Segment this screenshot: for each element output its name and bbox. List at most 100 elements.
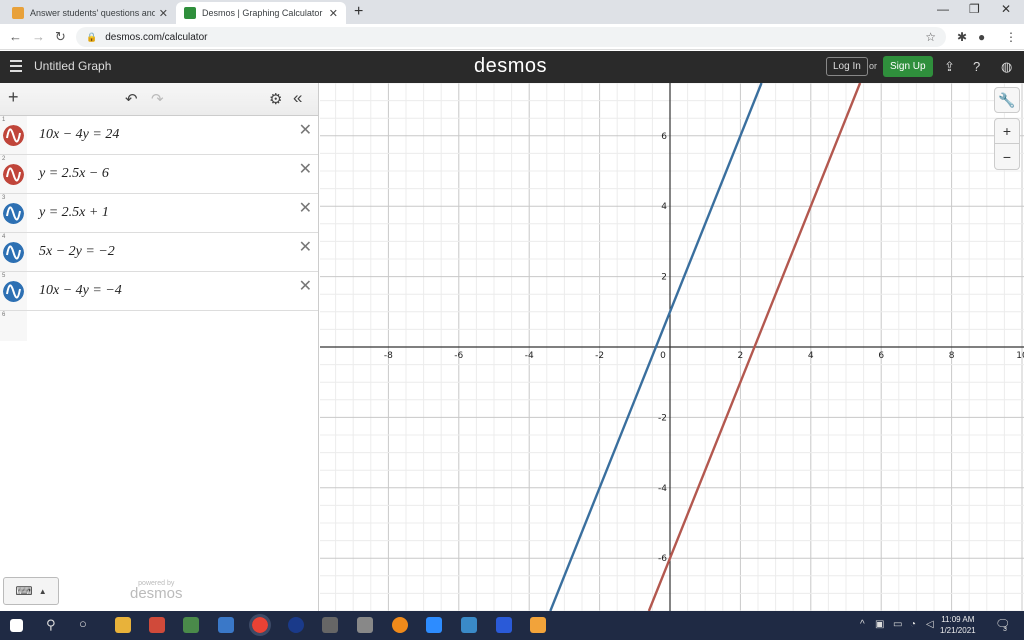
- desmos-favicon-icon: [184, 7, 196, 19]
- tab-label: Answer students' questions and: [30, 8, 155, 18]
- expression-row[interactable]: 6: [0, 311, 318, 341]
- search-icon[interactable]: ⚲: [46, 617, 56, 633]
- delete-expression-icon[interactable]: ✕: [299, 198, 312, 218]
- app-icon[interactable]: [357, 617, 373, 633]
- tab-close-icon[interactable]: ✕: [159, 7, 168, 20]
- task-view-icon[interactable]: ○: [79, 616, 87, 631]
- expression-row[interactable]: 4 5x − 2y = −2 ✕: [0, 233, 318, 272]
- window-close-icon[interactable]: ✕: [1001, 2, 1011, 16]
- expression-color-icon[interactable]: [3, 125, 24, 146]
- help-icon[interactable]: ?: [973, 59, 980, 74]
- or-label: or: [869, 61, 878, 71]
- expression-index: 5: [2, 273, 6, 279]
- tab-desmos[interactable]: Desmos | Graphing Calculator ✕: [176, 2, 346, 24]
- clock[interactable]: 11:09 AM 1/21/2021: [940, 614, 976, 636]
- clock-time: 11:09 AM: [941, 615, 975, 624]
- keyboard-toggle-button[interactable]: ⌨ ▲: [3, 577, 59, 605]
- add-expression-icon[interactable]: +: [8, 87, 19, 108]
- powered-by-desmos[interactable]: powered by desmos: [130, 580, 183, 601]
- app-icon[interactable]: [149, 617, 165, 633]
- url-text: desmos.com/calculator: [105, 31, 208, 43]
- new-tab-button[interactable]: +: [354, 3, 363, 21]
- expression-list: 1 10x − 4y = 24 ✕ 2 y = 2.5x − 6 ✕ 3 y = 2.5x +…: [0, 116, 318, 341]
- expression-input[interactable]: 10x − 4y = −4: [39, 283, 122, 299]
- wrench-icon[interactable]: 🔧: [994, 87, 1020, 113]
- expression-input[interactable]: 10x − 4y = 24: [39, 127, 119, 143]
- tab-close-icon[interactable]: ✕: [329, 7, 338, 20]
- app-icon[interactable]: [288, 617, 304, 633]
- windows-start-icon[interactable]: [10, 619, 23, 632]
- profile-avatar-icon[interactable]: ●: [978, 30, 985, 44]
- keyboard-icon: ⌨: [15, 584, 33, 598]
- file-explorer-icon[interactable]: [115, 617, 131, 633]
- tray-app-icon[interactable]: ▣: [875, 619, 884, 630]
- browser-tab-strip: Answer students' questions and ✕ Desmos …: [0, 0, 1024, 24]
- delete-expression-icon[interactable]: ✕: [299, 237, 312, 257]
- expression-input[interactable]: 5x − 2y = −2: [39, 244, 115, 260]
- app-icon[interactable]: [496, 617, 512, 633]
- zoom-out-button[interactable]: −: [994, 144, 1020, 170]
- y-tick-label: 2: [661, 273, 667, 283]
- forward-icon[interactable]: →: [32, 29, 45, 44]
- expression-color-icon[interactable]: [3, 203, 24, 224]
- address-bar-row: ← → ↻ 🔒 desmos.com/calculator ☆ ✱ ● ⋮: [0, 24, 1024, 50]
- volume-icon[interactable]: ◁: [926, 619, 934, 630]
- undo-icon[interactable]: ↶: [125, 90, 138, 108]
- bookmark-star-icon[interactable]: ☆: [925, 30, 936, 44]
- zoom-in-button[interactable]: +: [994, 118, 1020, 144]
- share-icon[interactable]: ⇪: [944, 59, 955, 75]
- zoom-app-icon[interactable]: [426, 617, 442, 633]
- collapse-panel-icon[interactable]: «: [293, 88, 302, 108]
- wifi-icon[interactable]: ◔: [910, 619, 916, 630]
- signup-button[interactable]: Sign Up: [883, 56, 933, 77]
- restore-icon[interactable]: ❐: [969, 2, 980, 16]
- settings-gear-icon[interactable]: ⚙: [269, 90, 282, 108]
- expression-row[interactable]: 1 10x − 4y = 24 ✕: [0, 116, 318, 155]
- delete-expression-icon[interactable]: ✕: [299, 159, 312, 179]
- hamburger-menu-icon[interactable]: [10, 60, 22, 75]
- expression-color-icon[interactable]: [3, 281, 24, 302]
- tray-overflow-icon[interactable]: ^: [860, 619, 865, 630]
- browser-menu-icon[interactable]: ⋮: [1005, 30, 1017, 44]
- tab-answer-students[interactable]: Answer students' questions and ✕: [4, 2, 176, 24]
- x-tick-label: -4: [525, 351, 534, 361]
- expression-row[interactable]: 3 y = 2.5x + 1 ✕: [0, 194, 318, 233]
- app-icon[interactable]: [461, 617, 477, 633]
- expression-color-icon[interactable]: [3, 164, 24, 185]
- x-tick-label: 8: [949, 351, 955, 361]
- minimize-icon[interactable]: —: [937, 2, 949, 16]
- expression-color-icon[interactable]: [3, 242, 24, 263]
- url-field[interactable]: 🔒 desmos.com/calculator ☆: [76, 27, 946, 47]
- graph-svg[interactable]: -8 -6 -4 -2 0 2 4 6 8 10 -6 -4 -2 2 4 6: [320, 82, 1024, 612]
- graph-settings-button[interactable]: 🔧: [994, 87, 1020, 113]
- expression-input[interactable]: y = 2.5x + 1: [39, 205, 109, 221]
- expression-row[interactable]: 2 y = 2.5x − 6 ✕: [0, 155, 318, 194]
- chrome-icon[interactable]: [249, 614, 271, 636]
- x-tick-label: 4: [808, 351, 814, 361]
- login-button[interactable]: Log In: [826, 57, 868, 76]
- back-icon[interactable]: ←: [9, 29, 22, 44]
- expression-row[interactable]: 5 10x − 4y = −4 ✕: [0, 272, 318, 311]
- desmos-logo: desmos: [474, 55, 548, 77]
- expression-toolbar: + ↶ ↷ ⚙ «: [0, 83, 318, 116]
- expression-index: 4: [2, 234, 6, 240]
- expression-input[interactable]: y = 2.5x − 6: [39, 166, 109, 182]
- y-tick-label: -2: [658, 413, 667, 423]
- caret-up-icon: ▲: [38, 586, 47, 596]
- reload-icon[interactable]: ↻: [55, 29, 66, 45]
- graph-title[interactable]: Untitled Graph: [34, 59, 111, 73]
- app-icon[interactable]: [183, 617, 199, 633]
- redo-icon[interactable]: ↷: [151, 90, 164, 108]
- extensions-icon[interactable]: ✱: [957, 30, 967, 44]
- app-icon[interactable]: [530, 617, 546, 633]
- app-icon[interactable]: [392, 617, 408, 633]
- delete-expression-icon[interactable]: ✕: [299, 276, 312, 296]
- delete-expression-icon[interactable]: ✕: [299, 120, 312, 140]
- app-icon[interactable]: [322, 617, 338, 633]
- notification-count: 3: [1003, 626, 1007, 633]
- graph-paper[interactable]: -8 -6 -4 -2 0 2 4 6 8 10 -6 -4 -2 2 4 6 🔧 + −: [320, 82, 1024, 612]
- battery-icon[interactable]: ▭: [893, 619, 902, 630]
- x-tick-label: 0: [660, 351, 666, 361]
- app-icon[interactable]: [218, 617, 234, 633]
- language-globe-icon[interactable]: ◍: [1001, 59, 1012, 75]
